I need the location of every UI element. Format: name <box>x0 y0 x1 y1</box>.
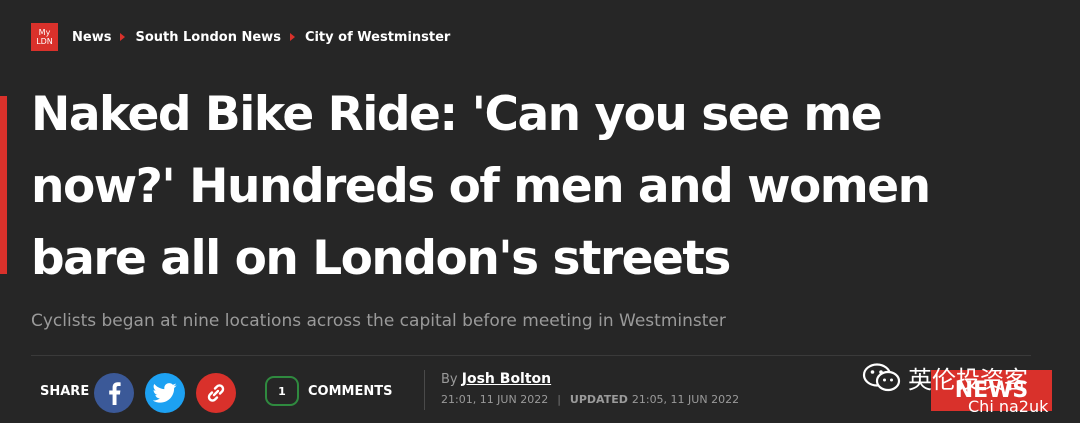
logo-bottom-text: LDN <box>36 37 53 46</box>
facebook-share-button[interactable] <box>94 373 134 413</box>
published-time: 21:01, 11 JUN 2022 <box>441 393 549 406</box>
breadcrumb-south-london-news[interactable]: South London News <box>135 30 280 45</box>
divider <box>31 355 1031 356</box>
breadcrumb-city-of-westminster[interactable]: City of Westminster <box>305 30 450 45</box>
article-subtitle: Cyclists began at nine locations across … <box>31 311 726 331</box>
wechat-icon <box>862 362 901 391</box>
share-label: SHARE <box>40 384 90 399</box>
breadcrumb-separator-icon <box>289 33 295 41</box>
updated-label: UPDATED <box>569 393 628 406</box>
article-headline: Naked Bike Ride: 'Can you see me now?' H… <box>31 87 931 286</box>
watermark-site-name: Chi na2uk <box>968 397 1049 416</box>
breadcrumb: My LDN News South London News City of We… <box>31 22 450 52</box>
twitter-share-button[interactable] <box>145 373 185 413</box>
breadcrumb-news[interactable]: News <box>72 30 111 45</box>
comments-link[interactable]: COMMENTS <box>308 384 392 399</box>
author-link[interactable]: Josh Bolton <box>462 371 551 387</box>
article-dates: 21:01, 11 JUN 2022 | UPDATED 21:05, 11 J… <box>441 393 739 406</box>
byline-prefix: By <box>441 372 458 387</box>
byline: By Josh Bolton <box>441 371 551 387</box>
headline-accent-bar <box>0 96 7 274</box>
date-separator: | <box>557 393 561 406</box>
wechat-watermark: 英伦投资客 <box>862 360 1028 395</box>
myldn-logo[interactable]: My LDN <box>31 23 58 51</box>
copy-link-button[interactable] <box>196 373 236 413</box>
updated-time: 21:05, 11 JUN 2022 <box>631 393 740 406</box>
link-icon <box>207 384 225 402</box>
meta-divider <box>424 370 425 410</box>
facebook-icon <box>109 382 121 405</box>
wechat-account-name: 英伦投资客 <box>908 366 1028 394</box>
comment-count-badge[interactable]: 1 <box>265 376 299 406</box>
twitter-icon <box>153 383 177 403</box>
breadcrumb-separator-icon <box>120 33 126 41</box>
logo-top-text: My <box>38 28 51 37</box>
